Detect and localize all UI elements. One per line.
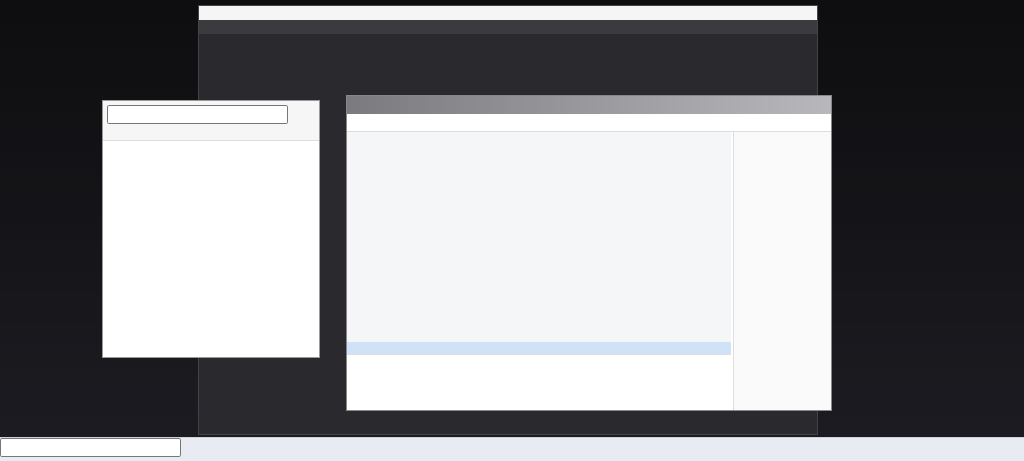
history-search-input[interactable] — [107, 105, 288, 124]
chat-sidebar — [733, 132, 831, 410]
chat-history-panel[interactable] — [102, 100, 320, 358]
obs-menu-bar[interactable] — [199, 20, 817, 34]
history-rows — [103, 141, 319, 149]
message-pane[interactable] — [347, 132, 731, 342]
message-input[interactable] — [347, 368, 731, 398]
obs-title — [199, 6, 817, 20]
chat-tabs[interactable] — [347, 114, 831, 132]
taskbar-search-input[interactable] — [0, 438, 181, 457]
chat-title — [347, 96, 831, 114]
history-header — [103, 101, 319, 141]
system-notice — [347, 342, 731, 354]
input-toolbar[interactable] — [347, 354, 731, 368]
group-chat-window[interactable] — [346, 95, 832, 411]
desktop — [0, 0, 1024, 461]
taskbar — [0, 437, 1024, 461]
